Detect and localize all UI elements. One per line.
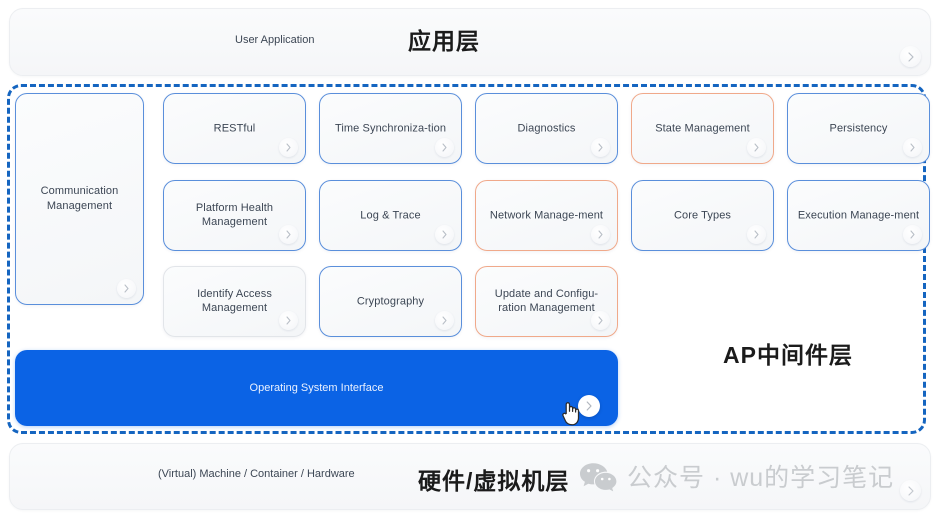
card-label: Persistency bbox=[829, 122, 888, 135]
hardware-layer-cn-label: 硬件/虚拟机层 bbox=[418, 468, 570, 494]
card-expand-button[interactable] bbox=[279, 225, 298, 244]
card-core-types[interactable]: Core Types bbox=[631, 180, 774, 251]
card-network-management[interactable]: Network Manage-ment bbox=[475, 180, 618, 251]
wechat-icon bbox=[580, 463, 617, 492]
card-update-and-configuration-management[interactable]: Update and Configu-ration Management bbox=[475, 266, 618, 337]
card-execution-management[interactable]: Execution Manage-ment bbox=[787, 180, 930, 251]
chevron-right-icon bbox=[286, 316, 291, 325]
card-label: Execution Manage-ment bbox=[797, 209, 920, 222]
card-persistency[interactable]: Persistency bbox=[787, 93, 930, 164]
card-label: Network Manage-ment bbox=[489, 209, 604, 222]
operating-system-interface-expand-button[interactable] bbox=[578, 395, 600, 417]
chevron-right-icon bbox=[442, 230, 447, 239]
card-expand-button[interactable] bbox=[435, 311, 454, 330]
chevron-right-icon bbox=[754, 143, 759, 152]
card-expand-button[interactable] bbox=[435, 225, 454, 244]
card-label: Diagnostics bbox=[517, 122, 576, 135]
card-label: Core Types bbox=[673, 209, 732, 222]
card-expand-button[interactable] bbox=[747, 225, 766, 244]
chevron-right-icon bbox=[754, 230, 759, 239]
chevron-right-icon bbox=[907, 51, 914, 62]
card-time-synchronization[interactable]: Time Synchroniza-tion bbox=[319, 93, 462, 164]
card-label: Communication Management bbox=[40, 185, 119, 212]
card-expand-button[interactable] bbox=[591, 138, 610, 157]
diagram-canvas: User Application 应用层 Communication Manag… bbox=[0, 0, 940, 518]
card-log-and-trace[interactable]: Log & Trace bbox=[319, 180, 462, 251]
application-layer-cn-label: 应用层 bbox=[408, 28, 480, 54]
application-layer-expand-button[interactable] bbox=[900, 46, 921, 67]
chevron-right-icon bbox=[907, 485, 914, 496]
card-expand-button[interactable] bbox=[903, 138, 922, 157]
card-expand-button[interactable] bbox=[903, 225, 922, 244]
card-label: Time Synchroniza-tion bbox=[334, 122, 447, 135]
chevron-right-icon bbox=[286, 230, 291, 239]
card-expand-button[interactable] bbox=[591, 311, 610, 330]
middleware-layer-cn-label: AP中间件层 bbox=[723, 342, 853, 368]
chevron-right-icon bbox=[442, 316, 447, 325]
watermark-text: 公众号 · wu的学习笔记 bbox=[627, 464, 895, 492]
card-platform-health-management[interactable]: Platform Health Management bbox=[163, 180, 306, 251]
card-identify-access-management[interactable]: Identify Access Management bbox=[163, 266, 306, 337]
card-expand-button[interactable] bbox=[279, 138, 298, 157]
card-label: Platform Health Management bbox=[195, 201, 274, 229]
card-restful[interactable]: RESTful bbox=[163, 93, 306, 164]
card-expand-button[interactable] bbox=[117, 279, 136, 298]
application-layer-en-label: User Application bbox=[235, 34, 315, 46]
card-label: Update and Configu-ration Management bbox=[494, 287, 599, 315]
card-expand-button[interactable] bbox=[747, 138, 766, 157]
card-cryptography[interactable]: Cryptography bbox=[319, 266, 462, 337]
chevron-right-icon bbox=[442, 143, 447, 152]
chevron-right-icon bbox=[910, 143, 915, 152]
card-expand-button[interactable] bbox=[435, 138, 454, 157]
card-label: Log & Trace bbox=[360, 209, 421, 222]
chevron-right-icon bbox=[598, 230, 603, 239]
card-expand-button[interactable] bbox=[591, 225, 610, 244]
chevron-right-icon bbox=[598, 143, 603, 152]
card-diagnostics[interactable]: Diagnostics bbox=[475, 93, 618, 164]
card-expand-button[interactable] bbox=[279, 311, 298, 330]
watermark: 公众号 · wu的学习笔记 bbox=[578, 458, 894, 494]
card-label: Cryptography bbox=[356, 295, 425, 308]
chevron-right-icon bbox=[910, 230, 915, 239]
card-state-management[interactable]: State Management bbox=[631, 93, 774, 164]
chevron-right-icon bbox=[598, 316, 603, 325]
chevron-right-icon bbox=[286, 143, 291, 152]
chevron-right-icon bbox=[124, 284, 129, 293]
hardware-layer-en-label: (Virtual) Machine / Container / Hardware bbox=[158, 468, 355, 480]
card-label: RESTful bbox=[213, 122, 256, 135]
chevron-right-icon bbox=[586, 401, 592, 411]
hardware-layer-expand-button[interactable] bbox=[900, 480, 921, 501]
card-communication-management[interactable]: Communication Management bbox=[15, 93, 144, 305]
card-label: State Management bbox=[655, 122, 750, 135]
operating-system-interface-label: Operating System Interface bbox=[249, 382, 384, 394]
card-label: Identify Access Management bbox=[197, 287, 272, 315]
operating-system-interface-bar[interactable]: Operating System Interface bbox=[15, 350, 618, 426]
